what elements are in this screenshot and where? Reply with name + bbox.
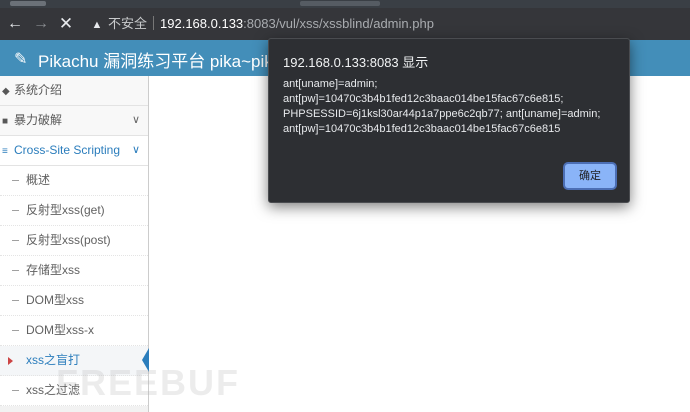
tree-line [12, 180, 19, 181]
insecure-label[interactable]: 不安全 [108, 16, 147, 31]
forward-arrow-icon[interactable]: → [30, 13, 52, 35]
sidebar-item-label: 系统介绍 [14, 83, 63, 97]
sidebar-subitem-label: DOM型xss-x [26, 323, 94, 337]
warning-triangle-icon[interactable]: ▲ [90, 14, 104, 36]
back-arrow-icon[interactable]: ← [4, 13, 26, 35]
dialog-message-line: ant[pw]=10470c3b4b1fed12c3baac014be15fac… [283, 123, 561, 135]
dialog-message-line: ant[pw]=10470c3b4b1fed12c3baac014be15fac… [283, 93, 564, 105]
list-icon: ≡ [2, 146, 8, 157]
sidebar-subitem-reflected-get[interactable]: 反射型xss(get) [0, 196, 148, 226]
chevron-down-icon: ∨ [131, 114, 140, 126]
caret-right-icon [8, 357, 13, 365]
sidebar-subitem-label: 反射型xss(get) [26, 203, 105, 217]
sidebar-subitem-dom-x[interactable]: DOM型xss-x [0, 316, 148, 346]
dialog-message: ant[uname]=admin; ant[pw]=10470c3b4b1fed… [283, 77, 619, 137]
sidebar-subitem-label: 反射型xss(post) [26, 233, 111, 247]
url-host: 192.168.0.133 [160, 16, 244, 31]
sidebar-subitem-stored[interactable]: 存储型xss [0, 256, 148, 286]
sidebar-item-xss[interactable]: ≡ Cross-Site Scripting ∨ [0, 136, 148, 166]
url-path: :8083/vul/xss/xssblind/admin.php [243, 16, 434, 31]
dialog-title: 192.168.0.133:8083 显示 [283, 55, 429, 70]
tree-line [12, 210, 19, 211]
dialog-message-line: ant[uname]=admin; [283, 78, 378, 90]
sidebar-item-intro[interactable]: ◆ 系统介绍 [0, 76, 148, 106]
browser-tab[interactable] [300, 1, 380, 6]
sidebar-item-bruteforce[interactable]: ■ 暴力破解 ∨ [0, 106, 148, 136]
watermark: FREEBUF [56, 362, 240, 403]
sidebar-subitem-overview[interactable]: 概述 [0, 166, 148, 196]
tree-line [12, 300, 19, 301]
address-divider [153, 16, 155, 30]
dialog-message-line: PHPSESSID=6j1ksl30ar44p1a7ppe6c2qb77; an… [283, 108, 601, 120]
browser-tab[interactable] [10, 1, 46, 6]
app-title[interactable]: Pikachu 漏洞练习平台 pika~pika~ [38, 47, 292, 72]
sidebar-subitem-label: 存储型xss [26, 263, 81, 277]
sidebar-subitem-dom[interactable]: DOM型xss [0, 286, 148, 316]
stop-loading-icon[interactable]: ✕ [55, 13, 77, 35]
address-bar[interactable]: ▲ 不安全 192.168.0.133:8083/vul/xss/xssblind/… [82, 13, 682, 35]
tree-line [12, 240, 19, 241]
sidebar-subitem-reflected-post[interactable]: 反射型xss(post) [0, 226, 148, 256]
chevron-down-icon: ∨ [131, 144, 140, 156]
tags-icon: ◆ [2, 86, 10, 97]
tree-line [12, 270, 19, 271]
tree-line [12, 330, 19, 331]
leaf-icon: ✎ [14, 51, 28, 68]
browser-tab-strip [0, 0, 690, 8]
browser-toolbar: ← → ✕ ▲ 不安全 192.168.0.133:8083/vul/xss/xss… [0, 8, 690, 40]
sidebar-item-label: Cross-Site Scripting [14, 143, 121, 157]
tree-line [12, 390, 19, 391]
lock-icon: ■ [2, 116, 9, 127]
ok-button[interactable]: 确定 [565, 164, 615, 188]
alert-dialog: 192.168.0.133:8083 显示 ant[uname]=admin; … [268, 38, 630, 203]
sidebar-subitem-label: DOM型xss [26, 293, 84, 307]
sidebar-item-label: 暴力破解 [14, 113, 63, 127]
sidebar-subitem-label: 概述 [26, 173, 51, 187]
